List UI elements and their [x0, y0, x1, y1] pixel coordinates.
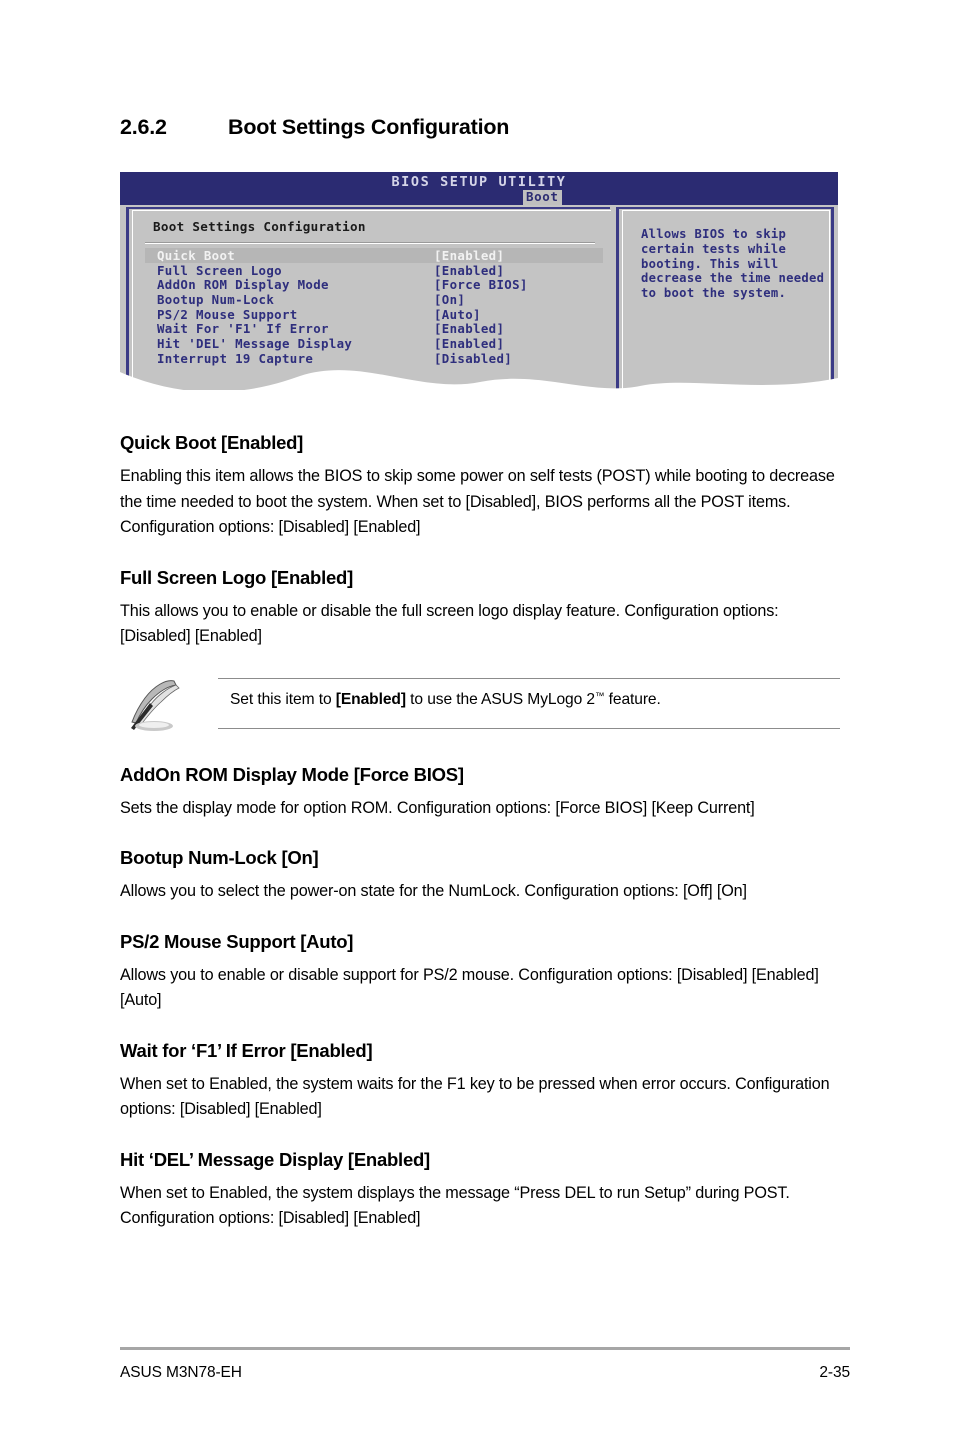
bios-item-value: [Enabled] [434, 248, 505, 263]
bios-item-value: [Enabled] [434, 262, 505, 278]
item-body: This allows you to enable or disable the… [120, 601, 779, 646]
item-heading: Hit ‘DEL’ Message Display [Enabled] [120, 1148, 430, 1170]
bios-help-panel: Allows BIOS to skip certain tests while … [616, 207, 834, 390]
item-body: Enabling this item allows the BIOS to sk… [120, 467, 835, 536]
bios-body: Boot Settings Configuration Quick Boot [… [120, 205, 838, 390]
bios-item-label: Wait For 'F1' If Error [157, 321, 329, 337]
item-body: When set to Enabled, the system waits fo… [120, 1074, 830, 1119]
bios-item-label: Hit 'DEL' Message Display [157, 336, 353, 352]
section-addon-rom-display-mode: AddOn ROM Display Mode [Force BIOS] Sets… [120, 764, 850, 822]
bios-row-wait-for-f1-if-error[interactable]: Wait For 'F1' If Error [Enabled] [145, 321, 603, 336]
note-prefix: Set this item to [230, 690, 336, 708]
bios-item-label: Quick Boot [157, 248, 236, 263]
trademark-symbol: ™ [595, 690, 605, 702]
footer-page-number: 2-35 [819, 1364, 850, 1381]
bios-item-value: [On] [434, 292, 466, 308]
item-heading: Wait for ‘F1’ If Error [Enabled] [120, 1039, 373, 1061]
item-heading: Bootup Num-Lock [On] [120, 847, 319, 868]
bios-row-quick-boot[interactable]: Quick Boot [Enabled] [145, 248, 603, 263]
item-heading: AddOn ROM Display Mode [Force BIOS] [120, 763, 464, 785]
item-heading: Full Screen Logo [Enabled] [120, 566, 353, 588]
section-bootup-num-lock: Bootup Num-Lock [On] Allows you to selec… [120, 847, 850, 905]
bios-settings-list: Quick Boot [Enabled] Full Screen Logo [E… [145, 248, 603, 366]
section-number: 2.6.2 [120, 115, 167, 139]
bios-item-value: [Disabled] [434, 350, 513, 366]
note-bold: [Enabled] [335, 690, 406, 708]
section-title: Boot Settings Configuration [228, 115, 510, 139]
note-divider-bottom [218, 727, 840, 729]
bios-item-label: PS/2 Mouse Support [157, 306, 298, 322]
bios-row-bootup-num-lock[interactable]: Bootup Num-Lock [On] [145, 292, 603, 307]
item-heading: Quick Boot [Enabled] [120, 432, 304, 453]
document-body: Quick Boot [Enabled] Enabling this item … [120, 432, 850, 1258]
bios-item-value: [Force BIOS] [434, 277, 528, 293]
bios-utility-title: BIOS SETUP UTILITY [391, 174, 567, 190]
note-suffix: to use the ASUS MyLogo 2 [405, 690, 595, 708]
item-body: Allows you to select the power-on state … [120, 882, 747, 900]
note-box: Set this item to [Enabled] to use the AS… [120, 672, 840, 734]
section-quick-boot: Quick Boot [Enabled] Enabling this item … [120, 432, 850, 541]
bios-item-label: AddOn ROM Display Mode [157, 277, 329, 293]
section-hit-del-message-display: Hit ‘DEL’ Message Display [Enabled] When… [120, 1149, 850, 1232]
note-divider-top [218, 677, 840, 679]
bios-item-value: [Enabled] [434, 321, 505, 337]
bios-tab-boot[interactable]: Boot [523, 190, 562, 205]
bios-item-label: Bootup Num-Lock [157, 292, 275, 308]
bios-help-text: Allows BIOS to skip certain tests while … [641, 227, 825, 301]
bios-item-value: [Auto] [434, 306, 481, 322]
bios-item-value: [Enabled] [434, 336, 505, 352]
note-tail: feature. [604, 690, 661, 708]
bios-settings-panel: Boot Settings Configuration Quick Boot [… [126, 207, 611, 390]
bios-row-interrupt-19-capture[interactable]: Interrupt 19 Capture [Disabled] [145, 351, 603, 366]
quill-pen-icon [131, 679, 180, 731]
bios-row-full-screen-logo[interactable]: Full Screen Logo [Enabled] [145, 263, 603, 278]
bios-panel-divider [145, 242, 595, 244]
section-ps2-mouse-support: PS/2 Mouse Support [Auto] Allows you to … [120, 931, 850, 1014]
bios-item-label: Full Screen Logo [157, 262, 282, 278]
item-body: Sets the display mode for option ROM. Co… [120, 798, 755, 817]
bios-row-ps2-mouse-support[interactable]: PS/2 Mouse Support [Auto] [145, 307, 603, 322]
note-text: Set this item to [Enabled] to use the AS… [230, 691, 661, 709]
section-wait-for-f1-if-error: Wait for ‘F1’ If Error [Enabled] When se… [120, 1040, 850, 1123]
bios-titlebar: BIOS SETUP UTILITY [120, 172, 838, 205]
page-title: 2.6.2 Boot Settings Configuration [120, 115, 850, 140]
item-heading: PS/2 Mouse Support [Auto] [120, 930, 354, 952]
document-page: 2.6.2 Boot Settings Configuration BIOS SE… [0, 0, 954, 1438]
bios-screenshot-figure: BIOS SETUP UTILITY Boot Boot Settings Co… [120, 172, 838, 390]
bios-panel-title: Boot Settings Configuration [153, 219, 366, 234]
item-body: When set to Enabled, the system displays… [120, 1183, 790, 1228]
bios-row-addon-rom-display-mode[interactable]: AddOn ROM Display Mode [Force BIOS] [145, 277, 603, 292]
bios-item-label: Interrupt 19 Capture [157, 350, 314, 366]
bios-row-hit-del-message-display[interactable]: Hit 'DEL' Message Display [Enabled] [145, 336, 603, 351]
section-full-screen-logo: Full Screen Logo [Enabled] This allows y… [120, 567, 850, 650]
item-body: Allows you to enable or disable support … [120, 965, 819, 1010]
bios-screen: BIOS SETUP UTILITY Boot Boot Settings Co… [120, 172, 838, 390]
footer-divider [120, 1347, 850, 1350]
